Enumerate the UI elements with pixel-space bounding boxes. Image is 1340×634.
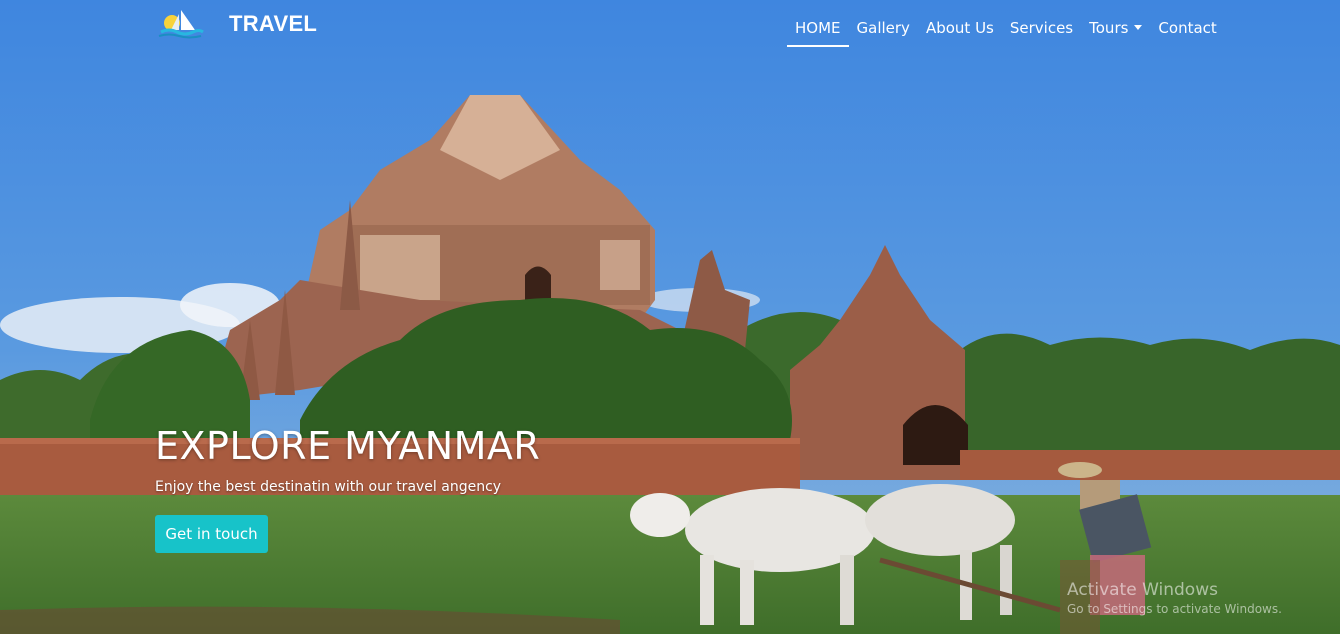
brand-name: TRAVEL xyxy=(229,11,318,36)
nav-item-tours-label: Tours xyxy=(1089,19,1129,37)
nav-item-tours[interactable]: Tours xyxy=(1081,16,1150,47)
caret-down-icon xyxy=(1134,25,1143,30)
hero-title: EXPLORE MYANMAR xyxy=(155,424,541,468)
nav-item-about[interactable]: About Us xyxy=(918,16,1002,47)
nav-item-services[interactable]: Services xyxy=(1002,16,1081,47)
watermark-title: Activate Windows xyxy=(1067,580,1218,600)
brand[interactable]: TRAVEL xyxy=(155,8,317,40)
nav-menu: HOME Gallery About Us Services Tours Con… xyxy=(787,16,1225,47)
get-in-touch-button[interactable]: Get in touch xyxy=(155,515,268,553)
nav-item-gallery[interactable]: Gallery xyxy=(849,16,918,47)
activate-windows-watermark: Activate Windows Go to Settings to activ… xyxy=(1067,580,1282,616)
watermark-subtitle: Go to Settings to activate Windows. xyxy=(1067,602,1282,616)
nav-item-home[interactable]: HOME xyxy=(787,16,849,47)
nav-item-contact[interactable]: Contact xyxy=(1150,16,1224,47)
navbar: TRAVEL HOME Gallery About Us Services To… xyxy=(0,0,1340,56)
hero-subtitle: Enjoy the best destinatin with our trave… xyxy=(155,479,502,495)
sailboat-sun-icon xyxy=(158,10,204,39)
